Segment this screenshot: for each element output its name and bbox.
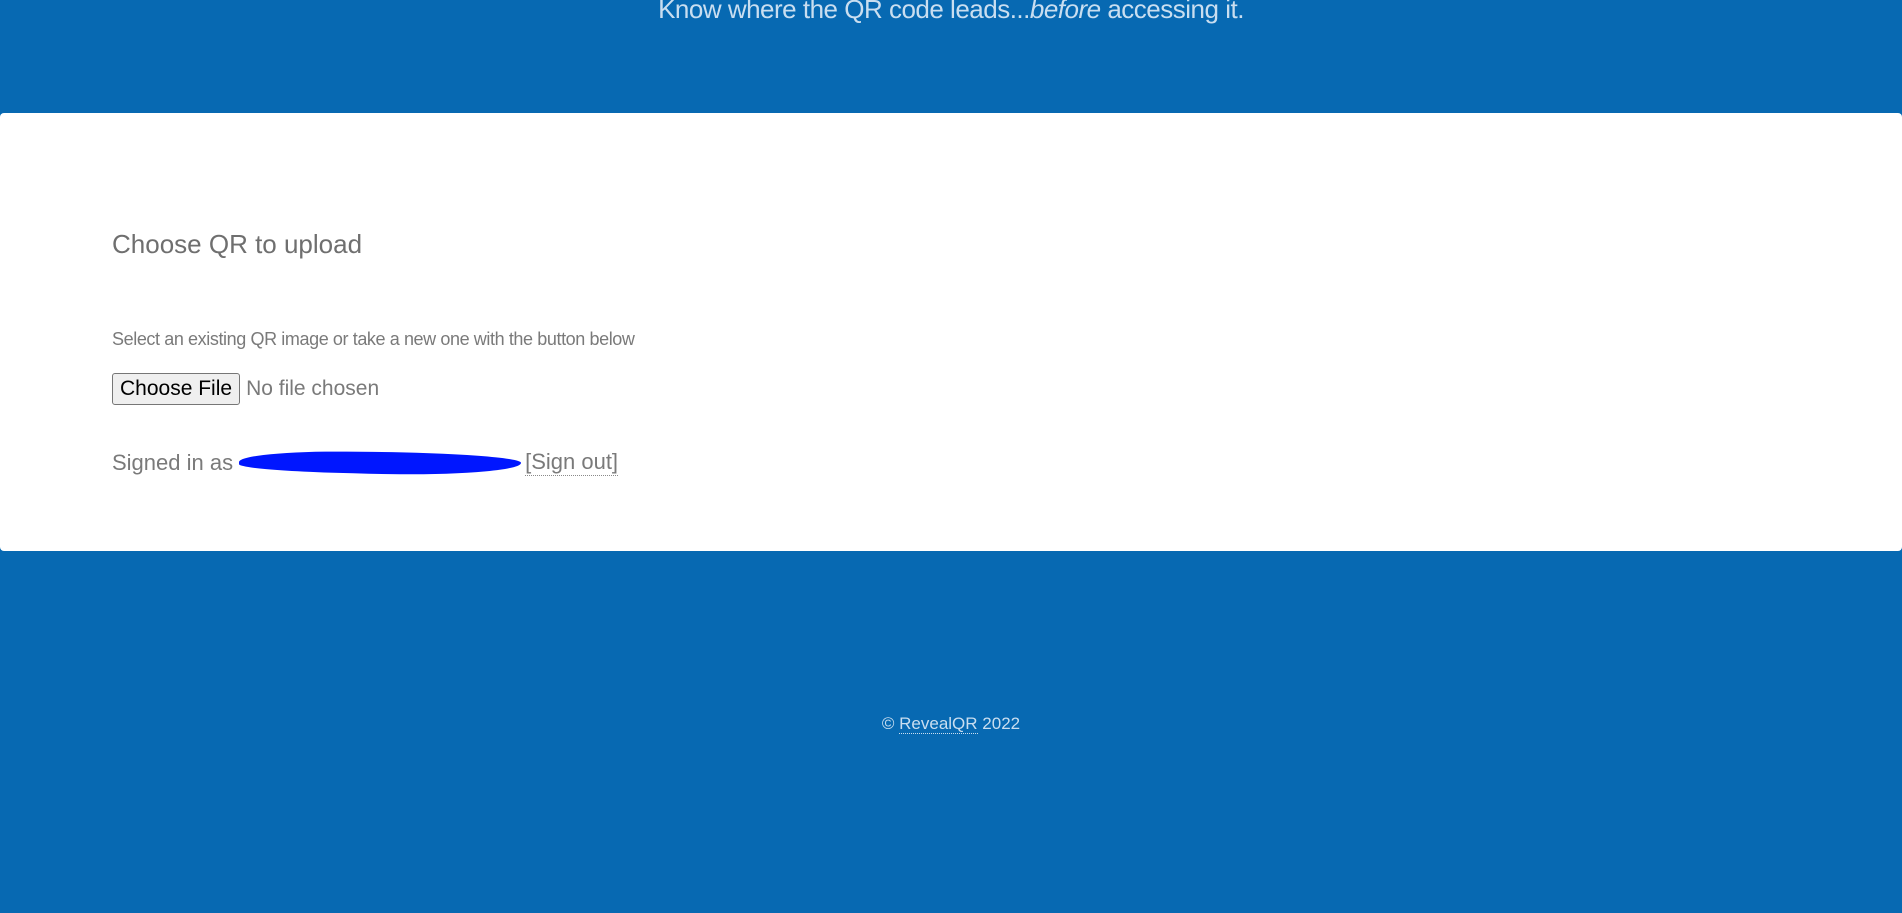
sign-out-link[interactable]: [Sign out] [525,449,619,476]
page: Know where the QR code leads...before ac… [0,0,1902,913]
upload-title: Choose QR to upload [112,229,363,259]
tagline: Know where the QR code leads...before ac… [0,0,1902,25]
tagline-text-end: accessing it. [1100,0,1244,24]
upload-description: Select an existing QR image or take a ne… [112,329,635,349]
redacted-username [238,450,522,475]
signed-in-label: Signed in as [112,449,234,475]
signed-in-row: Signed in as [Sign out] [112,449,619,476]
tagline-text: Know where the QR code leads... [658,0,1030,24]
file-input[interactable]: Choose File No file chosen [112,373,379,405]
file-status: No file chosen [246,377,380,400]
footer: © RevealQR 2022 [0,714,1902,734]
tagline-emphasis: before [1029,0,1101,24]
copyright-year: 2022 [982,714,1021,733]
copyright-symbol: © [881,714,895,733]
brand-link[interactable]: RevealQR [899,714,978,734]
choose-file-button[interactable]: Choose File [112,373,241,405]
upload-card: Choose QR to upload Select an existing Q… [0,113,1902,551]
